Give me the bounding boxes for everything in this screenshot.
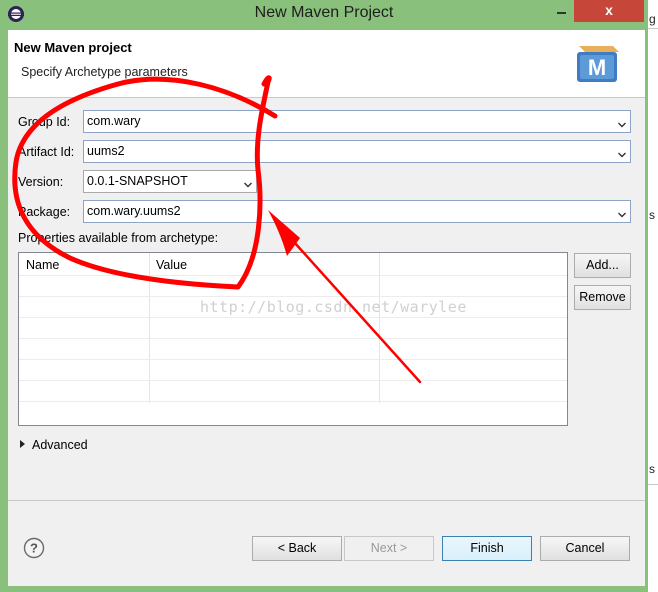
chevron-down-icon[interactable]: [618, 148, 626, 158]
table-row: [19, 380, 567, 381]
chevron-down-icon[interactable]: [618, 208, 626, 218]
package-value: com.wary.uums2: [87, 204, 181, 218]
artifact-id-label: Artifact Id:: [18, 145, 75, 159]
artifact-id-value: uums2: [87, 144, 125, 158]
table-header-name[interactable]: Name: [26, 258, 59, 272]
version-combo[interactable]: 0.0.1-SNAPSHOT: [83, 170, 257, 193]
artifact-id-combo[interactable]: uums2: [83, 140, 631, 163]
advanced-label: Advanced: [32, 438, 88, 452]
close-button[interactable]: x: [574, 0, 644, 22]
background-fragment: g: [649, 12, 656, 26]
window-title: New Maven Project: [254, 4, 394, 21]
background-fragment: s: [649, 208, 655, 222]
version-value: 0.0.1-SNAPSHOT: [87, 174, 188, 188]
svg-text:?: ?: [30, 541, 38, 556]
wizard-banner: New Maven project Specify Archetype para…: [8, 30, 645, 98]
maven-logo-letter: M: [588, 55, 606, 80]
table-row: [19, 338, 567, 339]
table-row: [19, 401, 567, 402]
page-subtitle: Specify Archetype parameters: [21, 65, 188, 79]
table-row: [19, 296, 567, 297]
group-id-label: Group Id:: [18, 115, 71, 129]
help-icon[interactable]: ?: [23, 537, 45, 559]
table-row: [19, 275, 567, 276]
chevron-down-icon[interactable]: [618, 118, 626, 128]
next-button[interactable]: Next >: [344, 536, 434, 561]
properties-label: Properties available from archetype:: [18, 231, 219, 245]
group-id-value: com.wary: [87, 114, 141, 128]
page-title: New Maven project: [14, 40, 132, 55]
table-header-value[interactable]: Value: [156, 258, 187, 272]
package-combo[interactable]: com.wary.uums2: [83, 200, 631, 223]
cancel-button[interactable]: Cancel: [540, 536, 630, 561]
advanced-toggle[interactable]: Advanced: [20, 438, 88, 452]
chevron-down-icon[interactable]: [244, 178, 252, 188]
watermark-text: http://blog.csdn.net/warylee: [200, 298, 467, 316]
background-window-strip: g s s: [648, 0, 658, 592]
expand-triangle-icon[interactable]: [20, 440, 25, 448]
minimize-button[interactable]: [552, 4, 572, 18]
divider: [648, 484, 658, 485]
version-label: Version:: [18, 175, 64, 189]
properties-table[interactable]: Name Value: [18, 252, 568, 426]
table-row: [19, 359, 567, 360]
add-property-button[interactable]: Add...: [574, 253, 631, 278]
background-fragment: s: [649, 462, 655, 476]
finish-button[interactable]: Finish: [442, 536, 532, 561]
footer-separator: [8, 500, 645, 501]
table-row: [19, 317, 567, 318]
title-bar: New Maven Project x: [0, 0, 648, 28]
package-label: Package:: [18, 205, 71, 219]
back-button[interactable]: < Back: [252, 536, 342, 561]
group-id-combo[interactable]: com.wary: [83, 110, 631, 133]
maven-logo-icon: M: [573, 38, 623, 86]
remove-property-button[interactable]: Remove: [574, 285, 631, 310]
divider: [648, 28, 658, 29]
